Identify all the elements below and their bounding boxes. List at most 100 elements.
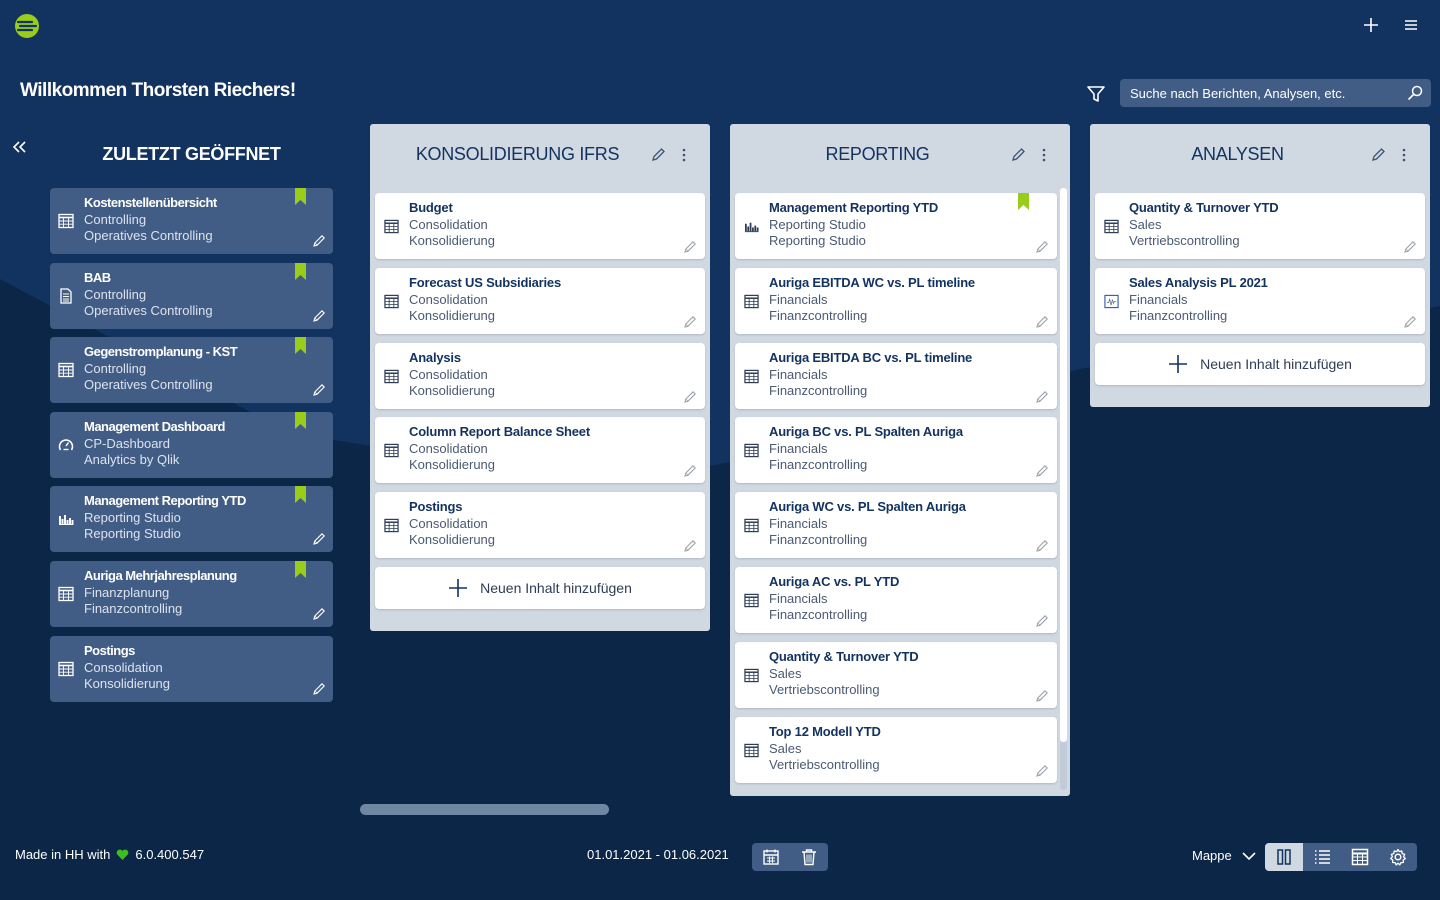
item-title: Quantity & Turnover YTD — [769, 648, 919, 664]
columns-view-button[interactable] — [1265, 843, 1303, 871]
recent-item[interactable]: Management Reporting YTD Reporting Studio… — [50, 486, 333, 553]
edit-pencil-icon[interactable] — [1403, 240, 1417, 254]
recent-item[interactable]: Auriga Mehrjahresplanung Finanzplanung Fin… — [50, 560, 333, 627]
recent-item[interactable]: Gegenstromplanung - KST Controlling Operat… — [50, 337, 333, 404]
bookmark-icon[interactable] — [295, 411, 306, 429]
edit-pencil-icon[interactable] — [1035, 240, 1049, 254]
plus-icon — [449, 579, 468, 598]
app-logo-icon[interactable] — [15, 14, 39, 38]
report-card[interactable]: Auriga BC vs. PL Spalten Auriga Financial… — [735, 417, 1057, 484]
report-card[interactable]: Analysis Consolidation Konsolidierung — [375, 342, 705, 409]
edit-pencil-icon[interactable] — [1035, 764, 1049, 778]
table-icon — [384, 294, 399, 309]
folder-select-value: Mappe — [1192, 848, 1232, 863]
item-title: Forecast US Subsidiaries — [409, 274, 561, 290]
report-card[interactable]: Column Report Balance Sheet Consolidation… — [375, 417, 705, 484]
item-department: Konsolidierung — [409, 457, 496, 473]
search-input[interactable] — [1120, 79, 1400, 107]
recent-item[interactable]: Management Dashboard CP-Dashboard Analytic… — [50, 411, 333, 478]
search-icon[interactable] — [1407, 85, 1423, 101]
report-card[interactable]: Postings Consolidation Konsolidierung — [375, 492, 705, 559]
more-options-icon[interactable] — [1040, 147, 1048, 163]
column-cards: Budget Consolidation Konsolidierung Forecas… — [375, 193, 705, 610]
table-icon — [58, 362, 74, 378]
item-title: Management Dashboard — [84, 418, 225, 434]
edit-column-icon[interactable] — [1370, 147, 1386, 163]
horizontal-scrollbar-thumb[interactable] — [360, 804, 609, 815]
document-icon — [58, 287, 74, 304]
more-options-icon[interactable] — [680, 147, 688, 163]
report-card[interactable]: Forecast US Subsidiaries Consolidation Kon… — [375, 267, 705, 334]
item-title: Management Reporting YTD — [769, 200, 939, 215]
bookmark-icon[interactable] — [1018, 193, 1029, 210]
add-icon[interactable] — [1360, 14, 1382, 36]
item-category: Sales — [1129, 217, 1162, 232]
edit-pencil-icon[interactable] — [1035, 315, 1049, 329]
edit-pencil-icon[interactable] — [312, 309, 326, 323]
gear-icon — [1390, 848, 1406, 866]
recent-item[interactable]: Postings Consolidation Konsolidierung — [50, 635, 333, 702]
bookmark-icon[interactable] — [295, 560, 306, 578]
filter-icon[interactable] — [1086, 84, 1106, 104]
report-card[interactable]: Management Reporting YTD Reporting Studio… — [735, 193, 1057, 259]
report-card[interactable]: Quantity & Turnover YTD Sales Vertriebscon… — [1095, 193, 1425, 259]
edit-pencil-icon[interactable] — [683, 539, 697, 553]
calendar-icon[interactable] — [762, 848, 780, 866]
folder-select[interactable]: Mappe — [1192, 848, 1256, 863]
trash-icon[interactable] — [800, 848, 818, 866]
recent-item[interactable]: BAB Controlling Operatives Controlling — [50, 262, 333, 329]
report-card[interactable]: Top 12 Modell YTD Sales Vertriebscontrolli… — [735, 716, 1057, 783]
edit-pencil-icon[interactable] — [1035, 390, 1049, 404]
edit-pencil-icon[interactable] — [683, 464, 697, 478]
item-title: Postings — [409, 499, 463, 515]
report-card[interactable]: Sales Analysis PL 2021 Financials Finanzco… — [1095, 267, 1425, 334]
report-card[interactable]: Auriga EBITDA WC vs. PL timeline Financia… — [735, 267, 1057, 334]
column-title: KONSOLIDIERUNG IFRS — [415, 144, 620, 164]
list-view-button[interactable] — [1303, 843, 1341, 871]
item-title: Sales Analysis PL 2021 — [1129, 274, 1268, 290]
recent-item[interactable]: Kostenstellenübersicht Controlling Operati… — [50, 188, 333, 254]
bookmark-icon[interactable] — [295, 486, 306, 504]
item-department: Finanzcontrolling — [769, 532, 868, 548]
edit-column-icon[interactable] — [1010, 147, 1026, 163]
report-card[interactable]: Auriga AC vs. PL YTD Financials Finanzcont… — [735, 566, 1057, 633]
report-card[interactable]: Quantity & Turnover YTD Sales Vertriebscon… — [735, 641, 1057, 708]
edit-pencil-icon[interactable] — [1035, 539, 1049, 553]
bookmark-icon[interactable] — [295, 337, 306, 355]
footer-credits: Made in HH with 6.0.400.547 — [15, 847, 204, 862]
edit-pencil-icon[interactable] — [312, 383, 326, 397]
bookmark-icon[interactable] — [295, 262, 306, 280]
hamburger-menu-icon[interactable] — [1400, 14, 1422, 36]
collapse-double-chevron-icon[interactable] — [10, 138, 30, 158]
add-content-button[interactable]: Neuen Inhalt hinzufügen — [1095, 342, 1425, 385]
bookmark-icon[interactable] — [295, 188, 306, 205]
item-department: Konsolidierung — [409, 233, 496, 248]
item-title: Analysis — [409, 349, 461, 365]
report-card[interactable]: Budget Consolidation Konsolidierung — [375, 193, 705, 259]
report-card[interactable]: Auriga EBITDA BC vs. PL timeline Financia… — [735, 342, 1057, 409]
edit-pencil-icon[interactable] — [683, 390, 697, 404]
edit-pencil-icon[interactable] — [312, 682, 326, 696]
edit-pencil-icon[interactable] — [1035, 464, 1049, 478]
settings-view-button[interactable] — [1379, 843, 1417, 871]
report-card[interactable]: Auriga WC vs. PL Spalten Auriga Financial… — [735, 492, 1057, 559]
item-title: Auriga EBITDA BC vs. PL timeline — [769, 349, 973, 365]
more-options-icon[interactable] — [1400, 147, 1408, 163]
edit-pencil-icon[interactable] — [312, 607, 326, 621]
dashboard-icon — [58, 437, 74, 453]
search-box — [1120, 79, 1431, 107]
edit-pencil-icon[interactable] — [1403, 315, 1417, 329]
date-range-label[interactable]: 01.01.2021 - 01.06.2021 — [587, 847, 729, 862]
column-title: REPORTING — [825, 144, 930, 164]
table-view-button[interactable] — [1341, 843, 1379, 871]
vertical-scrollbar-thumb[interactable] — [1060, 188, 1067, 742]
edit-pencil-icon[interactable] — [312, 234, 326, 248]
edit-pencil-icon[interactable] — [312, 532, 326, 546]
edit-pencil-icon[interactable] — [683, 240, 697, 254]
recent-section-title: ZULETZT GEÖFFNET — [102, 144, 281, 164]
edit-column-icon[interactable] — [650, 147, 666, 163]
edit-pencil-icon[interactable] — [683, 315, 697, 329]
edit-pencil-icon[interactable] — [1035, 689, 1049, 703]
edit-pencil-icon[interactable] — [1035, 614, 1049, 628]
add-content-button[interactable]: Neuen Inhalt hinzufügen — [375, 567, 705, 610]
